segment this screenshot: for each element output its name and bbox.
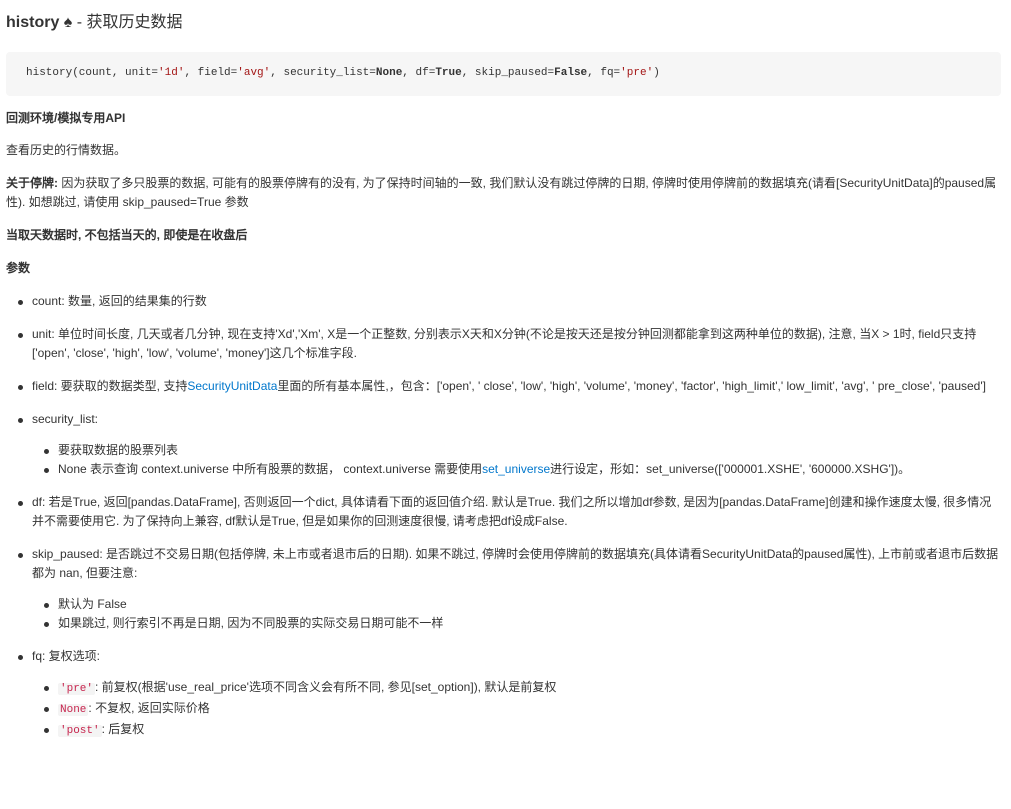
params-list: count: 数量, 返回的结果集的行数 unit: 单位时间长度, 几天或者几… — [6, 292, 1001, 741]
security-sub-text: None 表示查询 context.universe 中所有股票的数据， con… — [58, 462, 483, 476]
security-sub-item: None 表示查询 context.universe 中所有股票的数据， con… — [44, 460, 1001, 479]
fq-code: None — [58, 704, 89, 716]
env-heading: 回测环境/模拟专用API — [6, 111, 126, 125]
param-security-list: security_list: 要获取数据的股票列表 None 表示查询 cont… — [18, 410, 1001, 479]
skip-sub-item: 如果跳过, 则行索引不再是日期, 因为不同股票的实际交易日期可能不一样 — [44, 614, 1001, 633]
fq-sublist: 'pre': 前复权(根据'use_real_price'选项不同含义会有所不同… — [32, 678, 1001, 741]
param-count: count: 数量, 返回的结果集的行数 — [18, 292, 1001, 311]
param-security-list-label: security_list: — [32, 412, 99, 426]
param-fq-label: fq: 复权选项: — [32, 649, 101, 663]
spade-icon: ♠ — [63, 14, 73, 31]
code-keyword: False — [554, 67, 588, 79]
suspend-text: 因为获取了多只股票的数据, 可能有的股票停牌有的没有, 为了保持时间轴的一致, … — [6, 176, 997, 209]
set-universe-link[interactable]: set_universe — [482, 462, 550, 476]
param-field-text: 里面的所有基本属性,，包含：['open', ' close', 'low', … — [277, 379, 986, 393]
code-text: ) — [653, 67, 660, 79]
note-today: 当取天数据时, 不包括当天的, 即使是在收盘后 — [6, 228, 248, 242]
param-field-text: field: 要获取的数据类型, 支持 — [32, 379, 188, 393]
skip-sub-item: 默认为 False — [44, 595, 1001, 614]
code-text: , security_list= — [270, 67, 376, 79]
suspend-label: 关于停牌: — [6, 176, 58, 190]
intro-text: 查看历史的行情数据。 — [6, 143, 127, 157]
code-signature: history(count, unit='1d', field='avg', s… — [6, 52, 1001, 96]
param-skip-paused-text: skip_paused: 是否跳过不交易日期(包括停牌, 未上市或者退市后的日期… — [32, 547, 999, 580]
code-text: , fq= — [587, 67, 621, 79]
fq-code: 'post' — [58, 725, 102, 737]
param-field: field: 要获取的数据类型, 支持SecurityUnitData里面的所有… — [18, 377, 1001, 396]
param-fq: fq: 复权选项: 'pre': 前复权(根据'use_real_price'选… — [18, 647, 1001, 741]
param-skip-paused: skip_paused: 是否跳过不交易日期(包括停牌, 未上市或者退市后的日期… — [18, 545, 1001, 633]
fq-option: 'post': 后复权 — [44, 720, 1001, 741]
security-unit-data-link[interactable]: SecurityUnitData — [187, 379, 277, 393]
code-keyword: None — [375, 67, 403, 79]
code-text: , df= — [402, 67, 436, 79]
skip-paused-sublist: 默认为 False 如果跳过, 则行索引不再是日期, 因为不同股票的实际交易日期… — [32, 595, 1001, 633]
fq-option: 'pre': 前复权(根据'use_real_price'选项不同含义会有所不同… — [44, 678, 1001, 699]
code-text: , field= — [184, 67, 238, 79]
title-name: history — [6, 14, 60, 31]
fq-code: 'pre' — [58, 683, 96, 695]
code-keyword: True — [435, 67, 462, 79]
fq-text: : 不复权, 返回实际价格 — [88, 701, 210, 715]
param-df: df: 若是True, 返回[pandas.DataFrame], 否则返回一个… — [18, 493, 1001, 531]
security-list-sublist: 要获取数据的股票列表 None 表示查询 context.universe 中所… — [32, 441, 1001, 479]
title-subtitle: - 获取历史数据 — [76, 14, 183, 31]
security-sub-item: 要获取数据的股票列表 — [44, 441, 1001, 460]
code-text: , skip_paused= — [461, 67, 555, 79]
security-sub-text: 进行设定，形如：set_universe(['000001.XSHE', '60… — [550, 462, 911, 476]
code-string: '1d' — [158, 67, 185, 79]
param-unit: unit: 单位时间长度, 几天或者几分钟, 现在支持'Xd','Xm', X是… — [18, 325, 1001, 363]
fq-option: None: 不复权, 返回实际价格 — [44, 699, 1001, 720]
fq-text: : 后复权 — [101, 722, 145, 736]
code-string: 'avg' — [237, 67, 271, 79]
code-fn: history(count, unit= — [26, 67, 159, 79]
page-title: history ♠ - 获取历史数据 — [6, 11, 1001, 35]
code-string: 'pre' — [620, 67, 654, 79]
fq-text: : 前复权(根据'use_real_price'选项不同含义会有所不同, 参见[… — [95, 680, 557, 694]
suspend-note: 关于停牌: 因为获取了多只股票的数据, 可能有的股票停牌有的没有, 为了保持时间… — [6, 174, 1001, 212]
params-heading: 参数 — [6, 261, 31, 275]
